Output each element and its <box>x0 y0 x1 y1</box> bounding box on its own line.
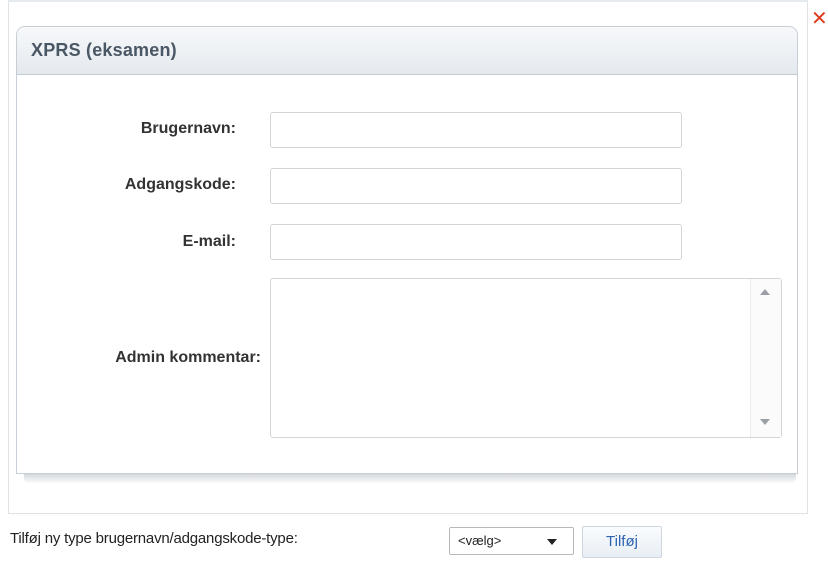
close-icon[interactable]: ✕ <box>811 8 828 28</box>
card-shadow <box>24 474 796 484</box>
chevron-down-icon <box>547 539 557 545</box>
card-title: XPRS (eksamen) <box>17 27 797 75</box>
scroll-down-arrow-icon[interactable] <box>760 419 770 425</box>
page: ✕ XPRS (eksamen) Brugernavn: Adgangskode… <box>0 0 828 561</box>
email-label: E-mail: <box>182 233 236 250</box>
username-input[interactable] <box>270 112 682 148</box>
add-type-label: Tilføj ny type brugernavn/adgangskode-ty… <box>10 530 298 547</box>
admin-comment-textarea[interactable] <box>271 279 747 437</box>
comment-scrollbar[interactable] <box>750 279 781 437</box>
password-label: Adgangskode: <box>124 176 236 193</box>
password-input[interactable] <box>270 168 682 204</box>
type-select[interactable]: <vælg> <box>449 527 574 555</box>
admin-comment-label: Admin kommentar: <box>115 349 261 366</box>
scroll-up-arrow-icon[interactable] <box>760 289 770 295</box>
username-label: Brugernavn: <box>140 120 236 137</box>
add-button[interactable]: Tilføj <box>582 526 662 558</box>
email-input[interactable] <box>270 224 682 260</box>
admin-comment-field <box>270 278 782 438</box>
type-select-value: <vælg> <box>458 533 502 548</box>
